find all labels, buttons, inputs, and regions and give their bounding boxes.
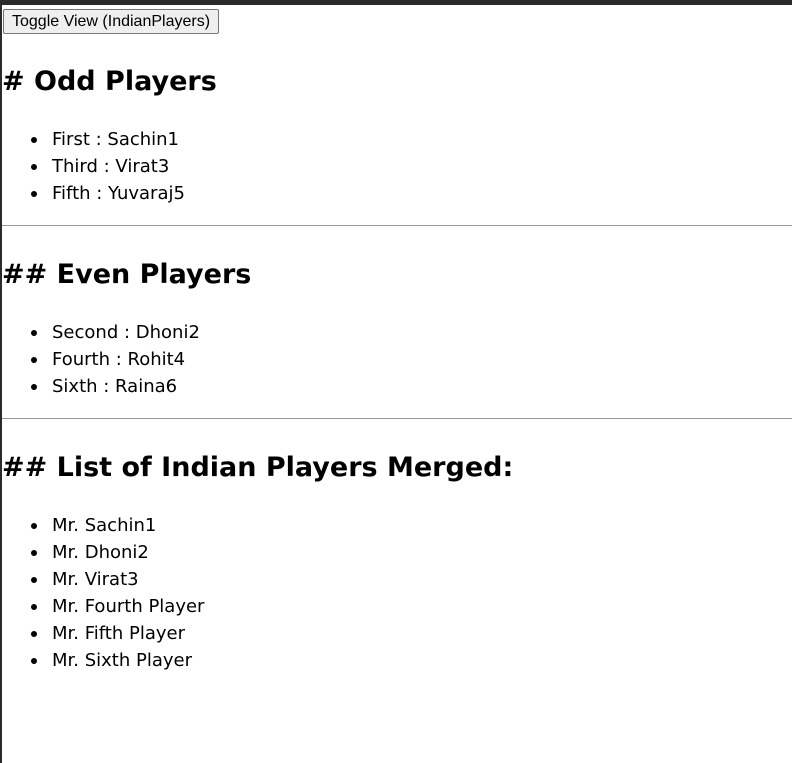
toggle-view-button[interactable]: Toggle View (IndianPlayers) xyxy=(3,9,220,34)
even-players-list: Second : Dhoni2 Fourth : Rohit4 Sixth : … xyxy=(2,319,200,400)
list-item: Second : Dhoni2 xyxy=(31,319,200,346)
list-item: Third : Virat3 xyxy=(31,153,185,180)
list-item: Mr. Sachin1 xyxy=(30,512,204,539)
list-item: Mr. Dhoni2 xyxy=(30,539,204,566)
divider xyxy=(2,225,792,226)
list-item: First : Sachin1 xyxy=(31,126,185,153)
merged-players-heading: ## List of Indian Players Merged: xyxy=(2,452,514,483)
list-item: Mr. Sixth Player xyxy=(30,647,204,674)
list-item: Sixth : Raina6 xyxy=(31,373,200,400)
even-players-heading: ## Even Players xyxy=(2,259,252,290)
divider xyxy=(2,418,792,419)
list-item: Fifth : Yuvaraj5 xyxy=(31,180,185,207)
list-item: Fourth : Rohit4 xyxy=(31,346,200,373)
list-item: Mr. Virat3 xyxy=(30,566,204,593)
list-item: Mr. Fifth Player xyxy=(30,620,204,647)
odd-players-heading: # Odd Players xyxy=(2,66,217,97)
list-item: Mr. Fourth Player xyxy=(30,593,204,620)
merged-players-list: Mr. Sachin1 Mr. Dhoni2 Mr. Virat3 Mr. Fo… xyxy=(2,512,204,674)
odd-players-list: First : Sachin1 Third : Virat3 Fifth : Y… xyxy=(2,126,185,207)
